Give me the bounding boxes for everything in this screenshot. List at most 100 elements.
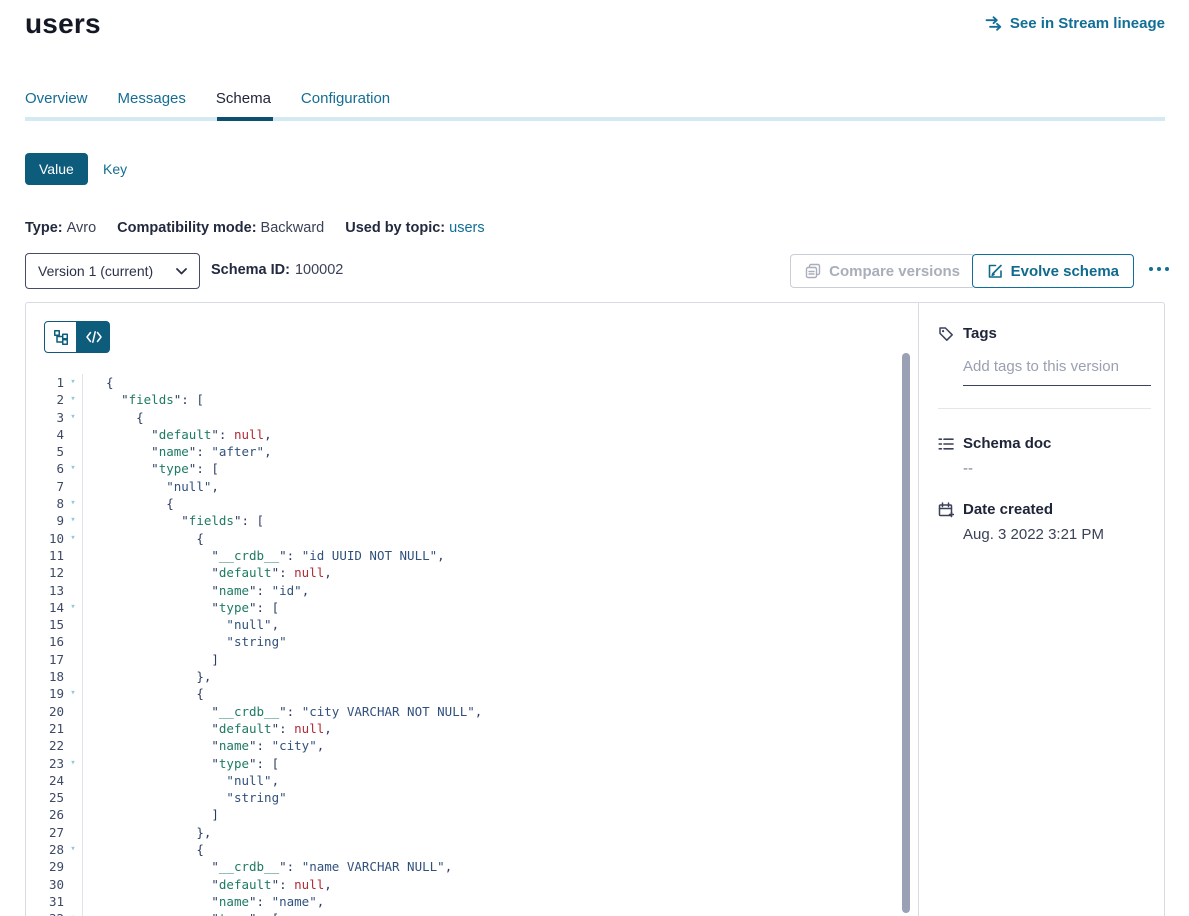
line-number: 11 (26, 547, 64, 564)
value-toggle-button[interactable]: Value (25, 153, 88, 185)
tab-configuration[interactable]: Configuration (301, 90, 390, 107)
schema-sidebar: Tags Schema doc -- Date created (920, 303, 1164, 916)
fold-spacer (64, 651, 82, 668)
fold-spacer (64, 443, 82, 460)
version-select-value: Version 1 (current) (38, 263, 153, 279)
line-number: 12 (26, 564, 64, 581)
code-text: "null", (82, 478, 918, 495)
code-text: "name": "city", (82, 737, 918, 754)
compare-versions-button[interactable]: Compare versions (790, 254, 975, 288)
stream-lineage-icon (985, 16, 1003, 31)
edit-icon (987, 263, 1003, 279)
fold-spacer (64, 824, 82, 841)
see-in-stream-lineage-link[interactable]: See in Stream lineage (985, 15, 1165, 32)
list-icon (938, 436, 954, 452)
code-text: "__crdb__": "id UUID NOT NULL", (82, 547, 918, 564)
line-number: 6 (26, 460, 64, 477)
tab-overview[interactable]: Overview (25, 90, 88, 107)
code-text: "type": [ (82, 910, 918, 916)
version-select[interactable]: Version 1 (current) (25, 253, 200, 289)
schema-id-value: 100002 (295, 262, 343, 278)
calendar-plus-icon (938, 502, 954, 518)
line-number: 10 (26, 530, 64, 547)
line-number: 9 (26, 512, 64, 529)
line-number: 14 (26, 599, 64, 616)
tab-messages[interactable]: Messages (118, 90, 186, 107)
code-text: { (82, 685, 918, 702)
date-created-section-header: Date created (938, 501, 1148, 518)
code-line: 14▾ "type": [ (26, 599, 918, 616)
code-text: "default": null, (82, 426, 918, 443)
fold-toggle-icon[interactable]: ▾ (64, 495, 82, 512)
fold-toggle-icon[interactable]: ▾ (64, 755, 82, 772)
fold-spacer (64, 703, 82, 720)
code-line: 32▾ "type": [ (26, 910, 918, 916)
code-text: "default": null, (82, 564, 918, 581)
code-text: "null", (82, 772, 918, 789)
fold-toggle-icon[interactable]: ▾ (64, 910, 82, 916)
type-value: Avro (67, 220, 97, 236)
code-line: 8▾ { (26, 495, 918, 512)
line-number: 31 (26, 893, 64, 910)
fold-toggle-icon[interactable]: ▾ (64, 530, 82, 547)
code-line: 28▾ { (26, 841, 918, 858)
fold-spacer (64, 858, 82, 875)
fold-toggle-icon[interactable]: ▾ (64, 841, 82, 858)
code-text: "fields": [ (82, 391, 918, 408)
key-toggle-link[interactable]: Key (103, 161, 127, 177)
line-number: 3 (26, 409, 64, 426)
code-text: "name": "name", (82, 893, 918, 910)
code-line: 26 ] (26, 806, 918, 823)
topic-link[interactable]: users (449, 220, 484, 236)
code-view-icon (86, 331, 102, 343)
more-options-button[interactable] (1145, 263, 1173, 275)
fold-toggle-icon[interactable]: ▾ (64, 685, 82, 702)
code-view-button[interactable] (77, 321, 110, 353)
lineage-link-label: See in Stream lineage (1010, 15, 1165, 32)
version-bar: Version 1 (current) Schema ID:100002 Com… (25, 253, 1165, 289)
code-line: 30 "default": null, (26, 876, 918, 893)
code-line: 17 ] (26, 651, 918, 668)
line-number: 27 (26, 824, 64, 841)
fold-toggle-icon[interactable]: ▾ (64, 460, 82, 477)
topic-label: Used by topic: (345, 220, 445, 236)
schema-code-area: 1▾{2▾ "fields": [3▾ {4 "default": null,5… (26, 303, 919, 916)
date-created-heading: Date created (963, 501, 1053, 518)
code-line: 29 "__crdb__": "name VARCHAR NULL", (26, 858, 918, 875)
code-text: "__crdb__": "name VARCHAR NULL", (82, 858, 918, 875)
code-line: 18 }, (26, 668, 918, 685)
fold-toggle-icon[interactable]: ▾ (64, 391, 82, 408)
fold-toggle-icon[interactable]: ▾ (64, 599, 82, 616)
line-number: 24 (26, 772, 64, 789)
code-text: "__crdb__": "city VARCHAR NOT NULL", (82, 703, 918, 720)
tag-icon (938, 326, 954, 342)
evolve-schema-button[interactable]: Evolve schema (972, 254, 1134, 288)
line-number: 21 (26, 720, 64, 737)
tab-schema[interactable]: Schema (216, 90, 271, 107)
add-tags-input[interactable] (963, 352, 1151, 386)
tab-bar: Overview Messages Schema Configuration (25, 90, 390, 107)
fold-toggle-icon[interactable]: ▾ (64, 409, 82, 426)
code-line: 9▾ "fields": [ (26, 512, 918, 529)
fold-spacer (64, 876, 82, 893)
code-line: 20 "__crdb__": "city VARCHAR NOT NULL", (26, 703, 918, 720)
fold-toggle-icon[interactable]: ▾ (64, 374, 82, 391)
code-text: "default": null, (82, 876, 918, 893)
tree-view-button[interactable] (44, 321, 77, 353)
line-number: 29 (26, 858, 64, 875)
compat-value: Backward (261, 220, 325, 236)
topic-meta: Used by topic:users (345, 220, 484, 236)
code-text: "type": [ (82, 755, 918, 772)
line-number: 17 (26, 651, 64, 668)
schema-doc-value: -- (963, 460, 1148, 477)
code-line: 19▾ { (26, 685, 918, 702)
fold-spacer (64, 893, 82, 910)
code-line: 11 "__crdb__": "id UUID NOT NULL", (26, 547, 918, 564)
code-text: }, (82, 668, 918, 685)
code-text: "string" (82, 789, 918, 806)
vertical-scrollbar[interactable] (902, 353, 910, 913)
fold-toggle-icon[interactable]: ▾ (64, 512, 82, 529)
line-number: 20 (26, 703, 64, 720)
code-text: ] (82, 651, 918, 668)
code-line: 1▾{ (26, 374, 918, 391)
